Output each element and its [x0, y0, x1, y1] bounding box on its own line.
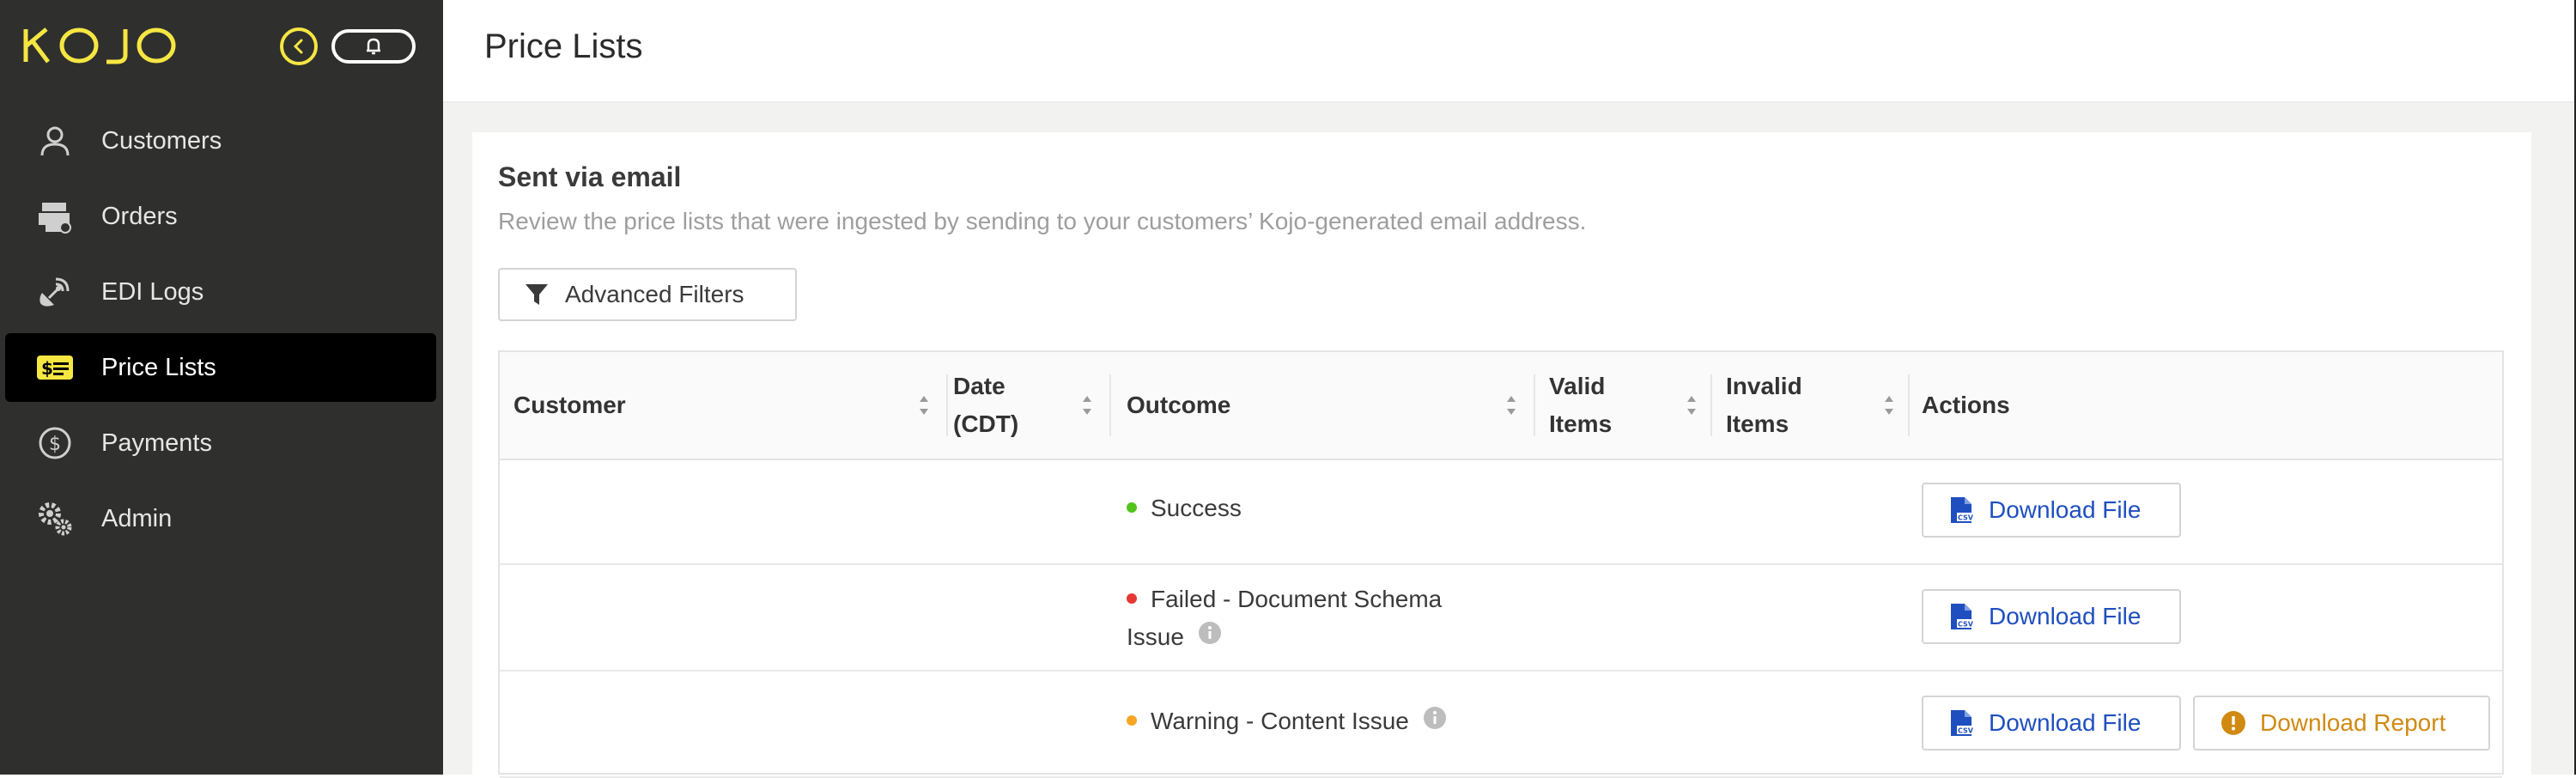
orders-icon: [29, 198, 81, 235]
kojo-logo[interactable]: [22, 26, 180, 70]
outcome-text: Warning - Content Issue: [1151, 708, 1409, 734]
table-row: Success CSV Download File: [500, 459, 2502, 565]
csv-file-icon: CSV: [1949, 495, 1975, 525]
chevron-left-icon: [293, 39, 303, 54]
download-file-label: Download File: [1989, 709, 2142, 736]
advanced-filters-label: Advanced Filters: [565, 281, 744, 307]
download-file-label: Download File: [1989, 496, 2142, 523]
sidebar-item-edi-logs[interactable]: EDI Logs: [5, 258, 436, 326]
page-header: Price Lists: [443, 0, 2576, 103]
csv-file-icon: CSV: [1949, 708, 1975, 738]
outcome-cell: Warning - Content Issue: [1127, 706, 1447, 738]
user-icon: [29, 122, 81, 160]
sidebar-item-orders[interactable]: Orders: [5, 182, 436, 251]
svg-text:$: $: [49, 434, 61, 455]
warning-status-dot: [1127, 714, 1137, 726]
gears-icon: [29, 500, 81, 538]
sidebar-item-payments[interactable]: $ Payments: [5, 409, 436, 477]
collapse-sidebar-button[interactable]: [280, 27, 318, 65]
info-icon[interactable]: [1198, 618, 1222, 656]
sidebar-item-label: EDI Logs: [101, 277, 204, 306]
sidebar-item-admin[interactable]: Admin: [5, 484, 436, 553]
price-list-icon: $: [29, 349, 81, 386]
filter-icon: [524, 281, 551, 308]
column-divider: [1109, 374, 1111, 436]
sort-icon[interactable]: [1882, 392, 1896, 419]
svg-text:CSV: CSV: [1958, 621, 1973, 629]
column-divider: [1710, 374, 1712, 436]
satellite-icon: [29, 273, 81, 311]
warning-circle-icon: [2221, 708, 2246, 738]
outcome-text: Success: [1151, 495, 1242, 521]
table-header: Customer Date (CDT) Outcome Valid Items In…: [500, 352, 2502, 460]
info-icon[interactable]: [1423, 706, 1447, 736]
sidebar-item-price-lists[interactable]: $ Price Lists: [5, 333, 436, 402]
dollar-circle-icon: $: [29, 424, 81, 462]
column-header-valid-line2: Items: [1549, 410, 1613, 437]
sidebar-nav: Customers Orders EDI Logs $ Price Lists …: [0, 106, 443, 560]
sidebar-item-customers[interactable]: Customers: [5, 106, 436, 175]
outcome-text-continued: Issue: [1127, 623, 1184, 650]
section-subtitle: Review the price lists that were ingeste…: [498, 208, 1587, 234]
advanced-filters-button[interactable]: Advanced Filters: [498, 268, 797, 321]
column-header-date-line2: (CDT): [953, 410, 1019, 437]
column-header-invalid-line1: Invalid: [1726, 373, 1802, 399]
sort-icon[interactable]: [917, 392, 931, 419]
column-header-valid-items[interactable]: Valid Items: [1549, 352, 1710, 459]
section-title: Sent via email: [498, 161, 682, 192]
error-status-dot: [1127, 593, 1137, 604]
sort-icon[interactable]: [1685, 392, 1698, 419]
column-header-outcome[interactable]: Outcome: [1127, 352, 1530, 459]
bell-icon: [367, 38, 380, 55]
download-report-button[interactable]: Download Report: [2193, 696, 2490, 751]
svg-text:$: $: [41, 358, 53, 379]
outcome-cell: Success: [1127, 495, 1242, 522]
success-status-dot: [1127, 501, 1137, 513]
csv-file-icon: CSV: [1949, 602, 1975, 631]
notifications-toggle[interactable]: [331, 29, 416, 64]
column-header-date[interactable]: Date (CDT): [953, 352, 1106, 459]
download-file-label: Download File: [1989, 603, 2142, 629]
sort-icon[interactable]: [1504, 392, 1518, 419]
column-header-valid-line1: Valid: [1549, 373, 1606, 399]
outcome-cell: Failed - Document Schema Issue: [1127, 580, 1442, 658]
sidebar-item-label: Orders: [101, 202, 178, 230]
column-divider: [1908, 374, 1910, 436]
page-title: Price Lists: [484, 27, 643, 65]
sidebar-item-label: Price Lists: [101, 353, 216, 381]
price-lists-table: Customer Date (CDT) Outcome Valid Items In…: [498, 350, 2504, 778]
sort-icon[interactable]: [1080, 392, 1094, 419]
column-header-customer[interactable]: Customer: [513, 352, 943, 459]
kojo-logo-mark: [23, 27, 176, 64]
column-header-date-line1: Date: [953, 373, 1005, 399]
download-file-button[interactable]: CSV Download File: [1922, 696, 2181, 751]
download-report-label: Download Report: [2260, 709, 2446, 736]
outcome-text: Failed - Document Schema: [1151, 586, 1443, 612]
svg-text:CSV: CSV: [1958, 727, 1973, 735]
column-header-actions: Actions: [1922, 392, 2010, 418]
download-file-button[interactable]: CSV Download File: [1922, 483, 2181, 538]
column-header-invalid-items[interactable]: Invalid Items: [1726, 352, 1908, 459]
svg-text:CSV: CSV: [1958, 514, 1973, 522]
column-divider: [1534, 374, 1535, 436]
column-divider: [946, 374, 948, 436]
download-file-button[interactable]: CSV Download File: [1922, 589, 2181, 644]
table-row: Warning - Content Issue CSV Download Fil…: [500, 672, 2502, 778]
sidebar-item-label: Customers: [101, 126, 222, 155]
sidebar-item-label: Admin: [101, 504, 173, 532]
column-header-invalid-line2: Items: [1726, 410, 1789, 437]
price-lists-panel: Sent via email Review the price lists th…: [472, 132, 2531, 778]
table-row: Failed - Document Schema Issue CSV Downl…: [500, 565, 2502, 672]
sidebar: Customers Orders EDI Logs $ Price Lists …: [0, 0, 443, 775]
sidebar-item-label: Payments: [101, 429, 212, 457]
